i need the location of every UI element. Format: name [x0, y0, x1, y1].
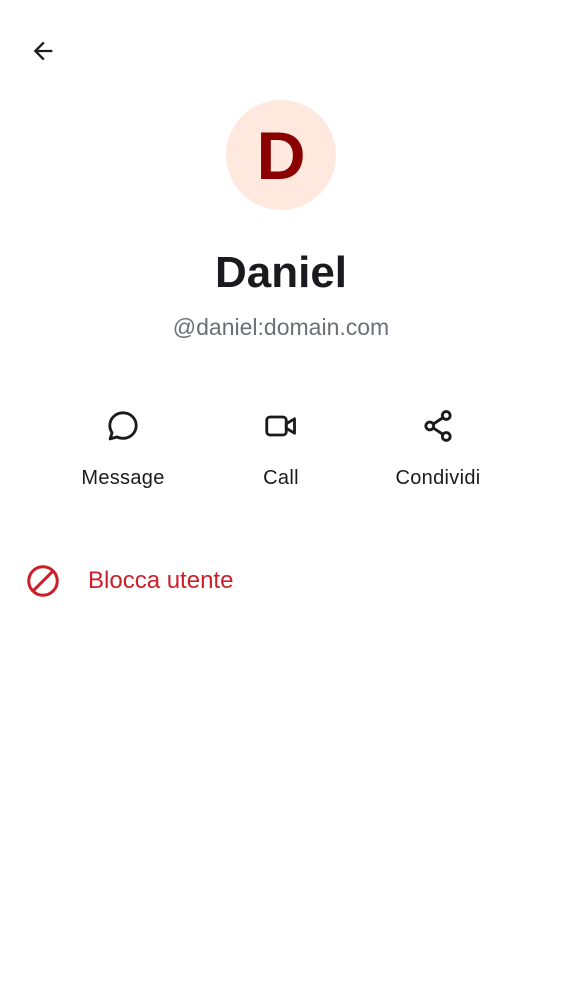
avatar-initial: D	[256, 118, 306, 194]
avatar: D	[226, 100, 336, 210]
action-bar: Message Call Condividi	[0, 402, 562, 502]
share-icon	[418, 406, 458, 446]
call-button[interactable]: Call	[206, 402, 356, 502]
block-user-button[interactable]: Blocca utente	[0, 552, 562, 610]
block-icon	[27, 565, 59, 597]
share-label: Condividi	[395, 467, 481, 489]
message-label: Message	[81, 467, 165, 489]
block-user-label: Blocca utente	[88, 567, 234, 594]
back-button[interactable]	[22, 30, 64, 72]
share-button[interactable]: Condividi	[363, 402, 513, 502]
video-camera-icon	[261, 406, 301, 446]
user-id: @daniel:domain.com	[172, 314, 390, 340]
arrow-left-icon	[33, 41, 53, 61]
message-button[interactable]: Message	[48, 402, 198, 502]
display-name: Daniel	[214, 248, 348, 297]
message-bubble-icon	[103, 406, 143, 446]
call-label: Call	[263, 467, 299, 489]
